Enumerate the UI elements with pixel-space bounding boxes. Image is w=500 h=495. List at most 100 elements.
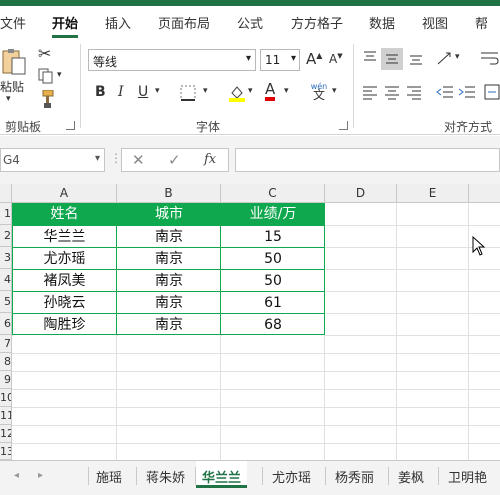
row-header[interactable]: 10 (0, 389, 12, 407)
underline-dropdown-icon[interactable]: ▾ (155, 86, 160, 96)
column-header-b[interactable]: B (117, 184, 221, 203)
column-header-f[interactable] (469, 184, 500, 203)
fill-color-dropdown-icon[interactable]: ▾ (248, 86, 253, 96)
sheet-tab[interactable]: 卫明艳 (448, 467, 487, 486)
cancel-icon[interactable]: ✕ (132, 151, 145, 169)
table-cell[interactable]: 华兰兰 (13, 226, 116, 248)
align-bottom-icon[interactable] (408, 50, 424, 70)
table-cell[interactable]: 68 (222, 314, 324, 336)
table-cell[interactable]: 南京 (118, 248, 220, 270)
chevron-down-icon[interactable]: ▾ (95, 153, 100, 164)
table-header-performance[interactable]: 业绩/万 (221, 203, 325, 225)
row-header[interactable]: 1 (0, 203, 12, 225)
sheet-tab[interactable]: 施瑶 (96, 467, 122, 486)
tab-help[interactable]: 帮 (475, 13, 488, 32)
tab-formulas[interactable]: 公式 (237, 13, 263, 32)
formula-input[interactable] (235, 148, 500, 172)
orientation-dropdown-icon[interactable]: ▾ (455, 52, 460, 62)
sheet-tab[interactable]: 杨秀丽 (335, 467, 374, 486)
row-header[interactable]: 8 (0, 353, 12, 371)
underline-button[interactable]: U (138, 84, 148, 100)
table-cell[interactable]: 50 (222, 270, 324, 292)
font-color-dropdown-icon[interactable]: ▾ (284, 86, 289, 96)
row-header[interactable]: 6 (0, 313, 12, 335)
borders-icon[interactable] (180, 85, 196, 105)
select-all-corner[interactable] (0, 184, 12, 203)
paste-icon[interactable] (0, 48, 26, 76)
table-cell[interactable]: 褚凤美 (13, 270, 116, 292)
clipboard-launcher-icon[interactable] (66, 121, 75, 130)
row-header[interactable]: 5 (0, 291, 12, 313)
align-right-icon[interactable] (406, 84, 422, 104)
paste-button-label[interactable]: 粘贴 (0, 78, 24, 95)
font-launcher-icon[interactable] (339, 121, 348, 130)
chevron-down-icon[interactable]: ▾ (291, 53, 296, 64)
table-cell[interactable]: 陶胜珍 (13, 314, 116, 336)
cut-icon[interactable]: ✂ (38, 44, 51, 63)
table-header-city[interactable]: 城市 (117, 203, 221, 225)
fill-color-icon[interactable] (228, 84, 246, 106)
row-header[interactable]: 4 (0, 269, 12, 291)
column-header-c[interactable]: C (221, 184, 325, 203)
row-header[interactable]: 13 (0, 443, 12, 460)
insert-function-button[interactable]: fx (204, 152, 216, 167)
decrease-font-size-icon[interactable]: A▼ (329, 52, 343, 66)
tab-home[interactable]: 开始 (52, 13, 78, 32)
decrease-indent-icon[interactable] (436, 84, 454, 104)
sheet-tab[interactable]: 姜枫 (398, 467, 424, 486)
column-header-e[interactable]: E (397, 184, 469, 203)
table-cell[interactable]: 孙晓云 (13, 292, 116, 314)
table-cell[interactable]: 南京 (118, 314, 220, 336)
column-header-a[interactable]: A (12, 184, 117, 203)
worksheet-grid[interactable]: A B C D E 1 2 3 4 5 6 7 8 9 10 11 12 13 … (0, 184, 500, 460)
sheet-tab-active[interactable]: 华兰兰 (196, 461, 248, 488)
wrap-text-icon[interactable] (480, 50, 500, 70)
scroll-left-icon[interactable]: ◂ (14, 470, 19, 481)
table-cell[interactable]: 南京 (118, 270, 220, 292)
tab-view[interactable]: 视图 (422, 13, 448, 32)
table-header-name[interactable]: 姓名 (12, 203, 117, 225)
italic-button[interactable]: I (118, 84, 124, 100)
paste-dropdown-icon[interactable]: ▾ (6, 94, 11, 104)
row-header[interactable]: 3 (0, 247, 12, 269)
align-top-icon[interactable] (362, 50, 378, 70)
copy-dropdown-icon[interactable]: ▾ (57, 70, 62, 80)
table-cell[interactable]: 南京 (118, 226, 220, 248)
tab-data[interactable]: 数据 (369, 13, 395, 32)
phonetic-guide-icon[interactable]: wén 文 (308, 81, 330, 103)
table-cell[interactable]: 尤亦瑶 (13, 248, 116, 270)
row-header[interactable]: 7 (0, 335, 12, 353)
increase-indent-icon[interactable] (458, 84, 476, 104)
enter-icon[interactable]: ✓ (168, 151, 181, 169)
scroll-right-icon[interactable]: ▸ (38, 470, 43, 481)
increase-font-size-icon[interactable]: A▲ (306, 50, 322, 68)
font-size-box[interactable]: 11 ▾ (260, 49, 300, 71)
align-left-icon[interactable] (362, 84, 378, 104)
align-middle-icon[interactable] (381, 48, 403, 70)
column-header-d[interactable]: D (325, 184, 397, 203)
copy-icon[interactable] (38, 68, 54, 88)
table-cell[interactable]: 61 (222, 292, 324, 314)
phonetic-dropdown-icon[interactable]: ▾ (332, 86, 337, 96)
font-color-button[interactable]: A (265, 82, 276, 101)
tab-fangfang[interactable]: 方方格子 (291, 13, 343, 32)
align-center-icon[interactable] (384, 84, 400, 104)
format-painter-icon[interactable] (38, 89, 54, 112)
row-header[interactable]: 9 (0, 371, 12, 389)
chevron-down-icon[interactable]: ▾ (246, 53, 251, 64)
font-name-box[interactable]: 等线 ▾ (88, 49, 256, 71)
table-cell[interactable]: 15 (222, 226, 324, 248)
sheet-tab[interactable]: 尤亦瑶 (272, 467, 311, 486)
merge-center-icon[interactable] (484, 84, 500, 104)
tab-page-layout[interactable]: 页面布局 (158, 13, 210, 32)
name-box[interactable]: G4 ▾ (0, 148, 105, 172)
borders-dropdown-icon[interactable]: ▾ (203, 86, 208, 96)
row-header[interactable]: 11 (0, 407, 12, 425)
table-cell[interactable]: 南京 (118, 292, 220, 314)
tab-file[interactable]: 文件 (0, 13, 26, 32)
table-cell[interactable]: 50 (222, 248, 324, 270)
sheet-tab[interactable]: 蒋朱娇 (146, 467, 185, 486)
row-header[interactable]: 12 (0, 425, 12, 443)
orientation-icon[interactable] (436, 50, 454, 70)
row-header[interactable]: 2 (0, 225, 12, 247)
